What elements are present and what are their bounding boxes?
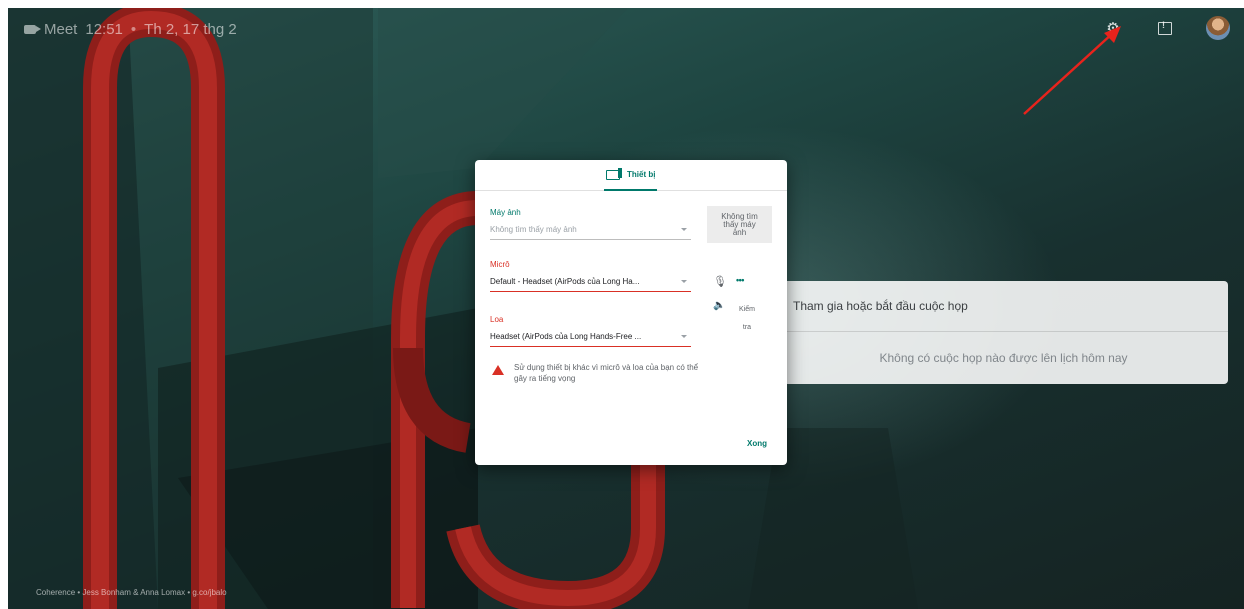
speaker-label: Loa — [490, 315, 504, 324]
test-speaker-button[interactable]: Kiểm tra — [733, 301, 761, 337]
feedback-button[interactable] — [1154, 17, 1176, 39]
dialog-tabs: Thiết bị — [475, 160, 787, 191]
warning-icon — [492, 365, 504, 375]
date-label: Th 2, 17 thg 2 — [144, 21, 237, 38]
camera-field: Máy ảnh Không tìm thấy máy ảnh — [490, 208, 691, 240]
camera-select[interactable]: Không tìm thấy máy ảnh — [490, 223, 691, 240]
camera-select-value: Không tìm thấy máy ảnh — [490, 225, 577, 234]
no-meetings-text: Không có cuộc họp nào được lên lịch hôm … — [879, 351, 1128, 365]
speaker-field: Loa Headset (AirPods của Long Hands-Free… — [490, 315, 691, 347]
microphone-label: Micrô — [490, 260, 510, 269]
settings-icon[interactable]: ⚙ — [1102, 17, 1124, 39]
feedback-icon — [1158, 20, 1172, 35]
top-actions: ⚙ — [1102, 16, 1230, 40]
meet-window: Meet 12:51 • Th 2, 17 thg 2 ⚙ Tham gia h… — [8, 8, 1244, 609]
app-name: Meet — [44, 21, 78, 38]
speaker-select[interactable]: Headset (AirPods của Long Hands-Free ... — [490, 330, 691, 347]
microphone-select[interactable]: Default - Headset (AirPods của Long Ha..… — [490, 275, 691, 292]
meet-logo-icon — [24, 25, 41, 34]
chevron-down-icon — [681, 335, 687, 338]
camera-label: Máy ảnh — [490, 208, 521, 217]
echo-warning: Sử dụng thiết bị khác vì micrô và loa củ… — [492, 362, 704, 384]
tab-devices[interactable]: Thiết bị — [604, 160, 658, 191]
chevron-down-icon — [681, 280, 687, 283]
top-bar: Meet 12:51 • Th 2, 17 thg 2 ⚙ — [8, 8, 1244, 52]
mic-level-indicator: ••• — [736, 275, 744, 285]
speaker-icon: 🔈 — [713, 300, 726, 311]
camera-preview: Không tìm thấy máy ảnh — [707, 206, 772, 243]
join-meeting-label: Tham gia hoặc bắt đầu cuộc họp — [793, 299, 968, 313]
avatar[interactable] — [1206, 16, 1230, 40]
microphone-select-value: Default - Headset (AirPods của Long Ha..… — [490, 277, 640, 286]
warning-text: Sử dụng thiết bị khác vì micrô và loa củ… — [514, 363, 699, 383]
done-button[interactable]: Xong — [747, 439, 767, 448]
artwork-credits[interactable]: Coherence • Jess Bonham & Anna Lomax • g… — [36, 588, 227, 597]
separator: • — [130, 21, 137, 38]
join-meeting-button[interactable]: Tham gia hoặc bắt đầu cuộc họp — [779, 281, 1228, 332]
device-settings-dialog: Thiết bị Máy ảnh Không tìm thấy máy ảnh … — [475, 160, 787, 465]
clock-time: 12:51 — [85, 21, 123, 38]
microphone-field: Micrô Default - Headset (AirPods của Lon… — [490, 260, 691, 292]
speaker-select-value: Headset (AirPods của Long Hands-Free ... — [490, 332, 642, 341]
tab-label: Thiết bị — [627, 170, 656, 179]
meeting-panel: Tham gia hoặc bắt đầu cuộc họp Không có … — [779, 281, 1228, 384]
microphone-icon[interactable]: 🎙 — [713, 275, 727, 288]
meet-brand: Meet 12:51 • Th 2, 17 thg 2 — [24, 21, 237, 38]
devices-icon — [606, 167, 622, 180]
chevron-down-icon — [681, 228, 687, 231]
